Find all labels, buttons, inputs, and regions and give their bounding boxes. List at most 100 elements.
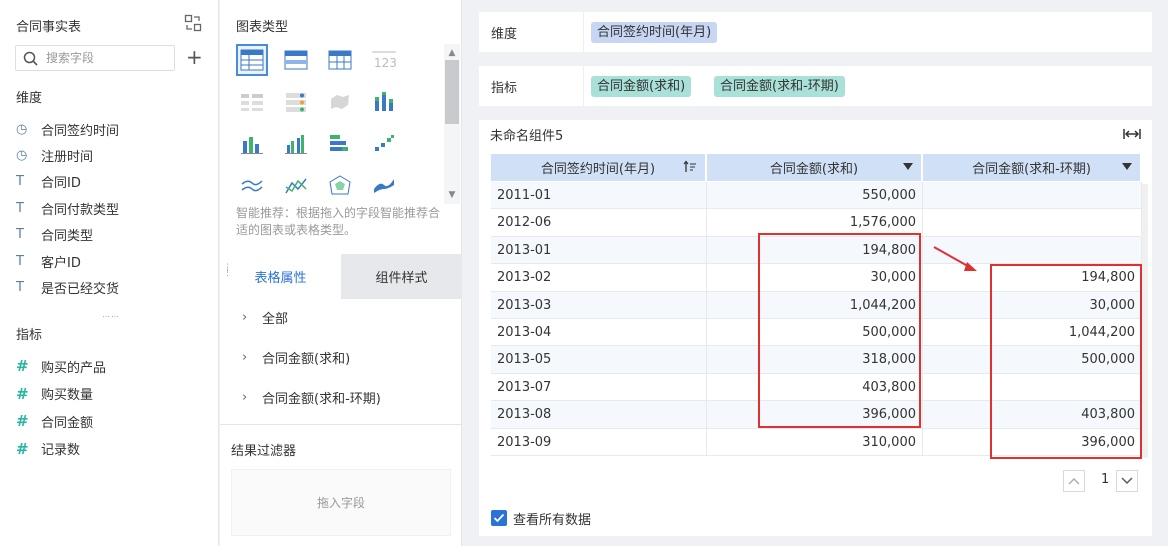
number-type-icon: # — [16, 384, 29, 403]
table-row: 2013-02 30,000 194,800 — [491, 264, 1142, 292]
tab-component-style[interactable]: 组件样式 — [341, 254, 462, 299]
field-label: 合同付款类型 — [41, 202, 120, 218]
drag-grip-icon[interactable]: ⋮ ⋮ — [223, 264, 232, 278]
radar-chart-icon[interactable] — [324, 170, 356, 202]
table-row: 2013-08 396,000 403,800 — [491, 401, 1142, 429]
number-type-icon: # — [16, 357, 29, 375]
field-label: 记录数 — [41, 443, 81, 458]
table-cell: 2013-09 — [491, 428, 707, 456]
dimension-field[interactable]: T 合同付款类型 — [16, 198, 119, 218]
metric-shelf-label: 指标 — [491, 81, 518, 96]
cross-table-icon[interactable] — [324, 44, 356, 76]
property-all[interactable]: › 全部 — [242, 307, 288, 327]
divider — [220, 424, 462, 425]
table-cell: 500,000 — [923, 346, 1142, 374]
field-label: 客户ID — [41, 255, 81, 271]
map-chart-icon[interactable] — [324, 86, 356, 118]
metric-pill[interactable]: 合同金额(求和-环期) — [714, 76, 845, 97]
field-label: 购买数量 — [41, 388, 94, 403]
property-tabs: 表格属性 组件样式 — [220, 254, 462, 299]
metric-field[interactable]: # 购买的产品 — [16, 356, 106, 376]
dimension-field[interactable]: ◷ 注册时间 — [16, 145, 93, 165]
divider — [583, 66, 584, 106]
column-header-amount-period[interactable]: 合同金额(求和-环期) — [923, 154, 1141, 181]
table-cell: 2013-08 — [491, 401, 707, 429]
scatter-chart-icon[interactable] — [368, 128, 400, 160]
tab-table-properties[interactable]: 表格属性 — [220, 254, 341, 299]
field-search — [15, 45, 175, 71]
table-row: 2013-07 403,800 — [491, 373, 1142, 402]
scroll-down-icon[interactable]: ▼ — [446, 189, 458, 201]
switch-dataset-icon[interactable] — [184, 14, 202, 32]
multi-line-icon[interactable] — [280, 170, 312, 202]
grouped-table-icon[interactable] — [280, 44, 312, 76]
sort-icon[interactable] — [683, 160, 697, 178]
dropdown-arrow-icon[interactable] — [903, 163, 913, 170]
resize-handle-icon[interactable]: ⋯⋯ — [102, 312, 119, 321]
field-label: 注册时间 — [41, 149, 94, 165]
dimension-field[interactable]: T 客户ID — [16, 251, 81, 271]
table-cell: 2013-05 — [491, 346, 707, 374]
stacked-bar-icon[interactable] — [368, 86, 400, 118]
search-input[interactable] — [46, 49, 168, 67]
table-row: 2013-01 194,800 — [491, 236, 1142, 265]
table-row: 2013-04 500,000 1,044,200 — [491, 319, 1142, 347]
table-scrollbar[interactable] — [1142, 184, 1148, 458]
page-prev-button[interactable] — [1063, 470, 1085, 492]
property-amount-sum[interactable]: › 合同金额(求和) — [242, 347, 350, 367]
bar-chart-icon[interactable] — [324, 128, 356, 160]
table-cell: 30,000 — [707, 264, 923, 292]
dimensions-heading: 维度 — [16, 91, 43, 106]
metric-pill[interactable]: 合同金额(求和) — [591, 76, 692, 97]
card-icon[interactable] — [280, 86, 312, 118]
fit-width-icon[interactable] — [1123, 127, 1141, 145]
widget-title[interactable]: 未命名组件5 — [490, 125, 563, 144]
table-cell: 30,000 — [923, 291, 1142, 319]
text-type-icon: T — [16, 227, 24, 243]
metric-field[interactable]: # 合同金额 — [16, 411, 93, 431]
table-cell: 500,000 — [707, 319, 923, 346]
text-type-icon: T — [16, 200, 24, 216]
table-cell: 1,576,000 — [707, 209, 923, 237]
number-type-icon: # — [16, 412, 29, 430]
field-label: 合同ID — [41, 176, 81, 192]
table-chart-icon[interactable] — [236, 44, 268, 76]
filter-drop-zone[interactable]: 拖入字段 — [231, 469, 451, 536]
dropdown-arrow-icon[interactable] — [1122, 163, 1132, 170]
text-type-icon: T — [16, 174, 24, 190]
scrollbar-thumb[interactable] — [445, 60, 459, 124]
table-widget: 未命名组件5 合同签约时间(年月) 合同金额(求和) 合同金额(求和-环期) 2… — [479, 120, 1152, 536]
property-amount-period[interactable]: › 合同金额(求和-环期) — [242, 387, 381, 407]
scroll-up-icon[interactable]: ▲ — [446, 47, 458, 59]
chevron-right-icon: › — [242, 349, 248, 365]
area-chart-icon[interactable] — [368, 170, 400, 202]
result-filter-title: 结果过滤器 — [231, 444, 297, 459]
detail-table-icon[interactable] — [236, 86, 268, 118]
line-chart-icon[interactable] — [236, 170, 268, 202]
show-all-checkbox[interactable] — [491, 510, 507, 526]
svg-text:123: 123 — [374, 56, 397, 70]
grouped-column-icon[interactable] — [280, 128, 312, 160]
table-row: 2013-03 1,044,200 30,000 — [491, 291, 1142, 319]
field-label: 是否已经交货 — [41, 281, 120, 297]
column-chart-icon[interactable] — [236, 128, 268, 160]
dimension-field[interactable]: T 是否已经交货 — [16, 277, 119, 297]
dimension-field[interactable]: T 合同类型 — [16, 225, 93, 245]
column-header-date[interactable]: 合同签约时间(年月) — [491, 154, 706, 181]
dimension-field[interactable]: T 合同ID — [16, 172, 81, 192]
dimension-pill[interactable]: 合同签约时间(年月) — [591, 22, 718, 43]
metric-shelf: 指标 合同金额(求和) 合同金额(求和-环期) — [479, 66, 1152, 106]
metrics-heading: 指标 — [16, 328, 43, 343]
metric-field[interactable]: # 购买数量 — [16, 384, 93, 404]
kpi-number-icon[interactable]: 123 — [368, 44, 400, 76]
search-icon — [23, 51, 38, 70]
add-field-button[interactable]: + — [186, 47, 203, 67]
dimension-field[interactable]: ◷ 合同签约时间 — [16, 119, 119, 139]
metric-field[interactable]: # 记录数 — [16, 439, 80, 459]
table-cell: 2011-01 — [491, 182, 707, 209]
show-all-label[interactable]: 查看所有数据 — [513, 509, 591, 528]
column-header-amount[interactable]: 合同金额(求和) — [707, 154, 922, 181]
clock-icon: ◷ — [16, 147, 28, 163]
page-next-button[interactable] — [1116, 470, 1138, 492]
table-cell: 396,000 — [923, 428, 1142, 456]
